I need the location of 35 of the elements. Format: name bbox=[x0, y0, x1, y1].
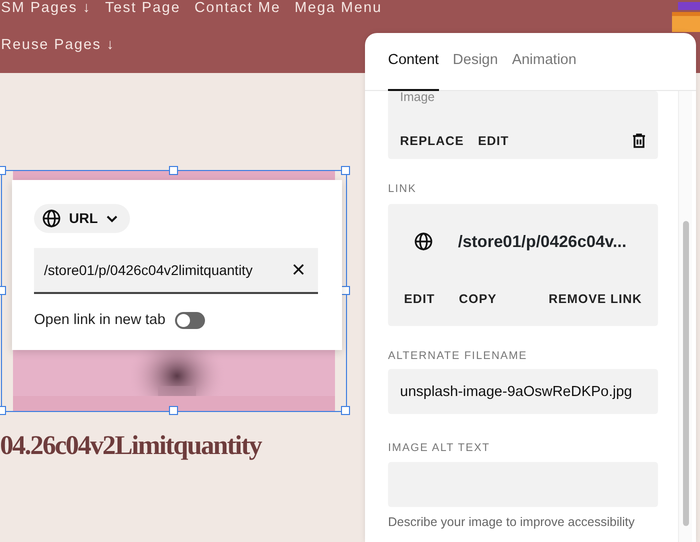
product-title: 04.26c04v2Limitquantity bbox=[0, 429, 262, 462]
logo-icon[interactable] bbox=[670, 2, 700, 34]
image-action-button[interactable]: REPLACE bbox=[400, 132, 464, 150]
nav-link[interactable]: Reuse Pages ↓ bbox=[1, 35, 115, 57]
link-action-button[interactable]: COPY bbox=[458, 290, 497, 309]
section-heading: LINK bbox=[388, 182, 418, 197]
section-heading: ALTERNATE FILENAME bbox=[388, 348, 528, 364]
url-field[interactable]: /store01/p/0426c04v2limitquantity ✕ bbox=[34, 248, 318, 294]
resize-handle[interactable] bbox=[169, 406, 178, 415]
clear-button[interactable]: ✕ bbox=[291, 261, 306, 279]
link-action-button[interactable]: REMOVE LINK bbox=[548, 290, 642, 309]
nav-link[interactable]: Mega Menu bbox=[294, 0, 382, 17]
globe-icon bbox=[42, 209, 61, 228]
link-action-button[interactable]: EDIT bbox=[404, 290, 435, 309]
scrollbar-thumb[interactable] bbox=[683, 221, 689, 526]
nav-link[interactable]: Contact Me bbox=[194, 0, 281, 17]
new-tab-toggle[interactable] bbox=[175, 312, 206, 330]
link-type-dropdown[interactable]: URL bbox=[34, 204, 130, 233]
resize-handle[interactable] bbox=[341, 166, 350, 175]
delete-icon[interactable] bbox=[632, 132, 646, 149]
resize-handle[interactable] bbox=[169, 166, 178, 175]
image-action-button[interactable]: EDIT bbox=[478, 132, 509, 150]
help-text: Describe your image to improve accessibility bbox=[388, 514, 636, 531]
section-heading: IMAGE ALT TEXT bbox=[388, 441, 492, 456]
image-label: Image bbox=[400, 91, 436, 104]
panel-tab[interactable]: Animation bbox=[512, 33, 576, 90]
new-tab-label: Open link in new tab bbox=[34, 311, 166, 330]
link-url: /store01/p/0426c04v... bbox=[458, 232, 626, 252]
panel-tab[interactable]: Design bbox=[452, 33, 498, 90]
filename-field[interactable]: unsplash-image-9aOswReDKPo.jpg bbox=[388, 369, 658, 414]
nav-link[interactable]: SM Pages ↓ bbox=[1, 0, 92, 17]
nav-link[interactable]: Test Page bbox=[105, 0, 180, 17]
chevron-down-icon bbox=[106, 214, 118, 222]
globe-icon bbox=[414, 232, 433, 252]
resize-handle[interactable] bbox=[341, 406, 350, 415]
